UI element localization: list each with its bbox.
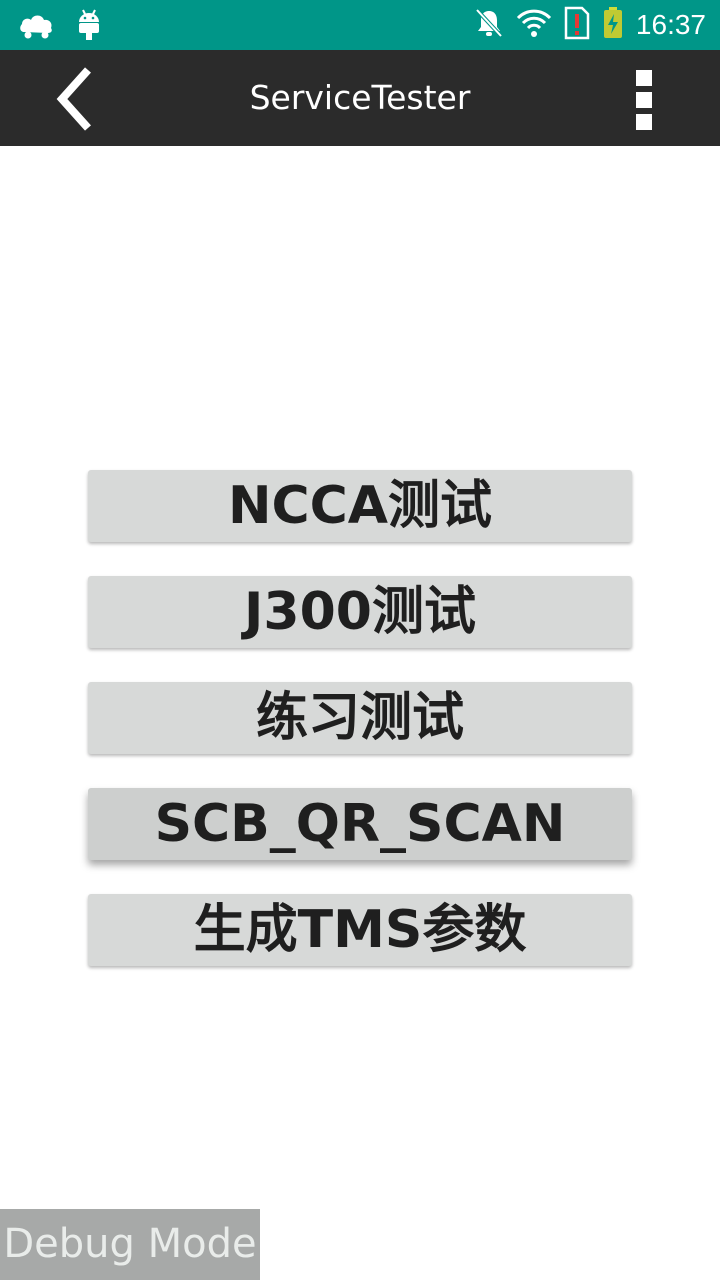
chevron-left-icon: [56, 67, 91, 131]
generate-tms-params-button[interactable]: 生成TMS参数: [88, 894, 632, 966]
ncca-test-button[interactable]: NCCA测试: [88, 470, 632, 542]
overflow-menu-button[interactable]: [622, 68, 666, 134]
debug-mode-label: Debug Mode: [0, 1209, 260, 1280]
status-bar: 16:37: [0, 0, 720, 50]
sim-alert-icon: [564, 6, 590, 44]
screen: 16:37 ServiceTester NCCA测试 J300测试 练习测试 S…: [0, 0, 720, 1280]
battery-charging-icon: [602, 6, 624, 44]
practice-test-button[interactable]: 练习测试: [88, 682, 632, 754]
menu: NCCA测试 J300测试 练习测试 SCB_QR_SCAN 生成TMS参数: [88, 470, 632, 1000]
wifi-icon: [516, 8, 552, 42]
status-right: 16:37: [474, 6, 706, 44]
scb-qr-scan-button[interactable]: SCB_QR_SCAN: [88, 788, 632, 860]
status-time: 16:37: [635, 9, 706, 40]
android-icon: [76, 8, 102, 46]
cloud-car-icon: [18, 10, 54, 44]
notifications-off-icon: [474, 7, 504, 43]
status-left: [18, 8, 102, 46]
toolbar: ServiceTester: [0, 50, 720, 146]
more-vertical-icon: [636, 70, 652, 130]
back-button[interactable]: [44, 64, 114, 134]
j300-test-button[interactable]: J300测试: [88, 576, 632, 648]
